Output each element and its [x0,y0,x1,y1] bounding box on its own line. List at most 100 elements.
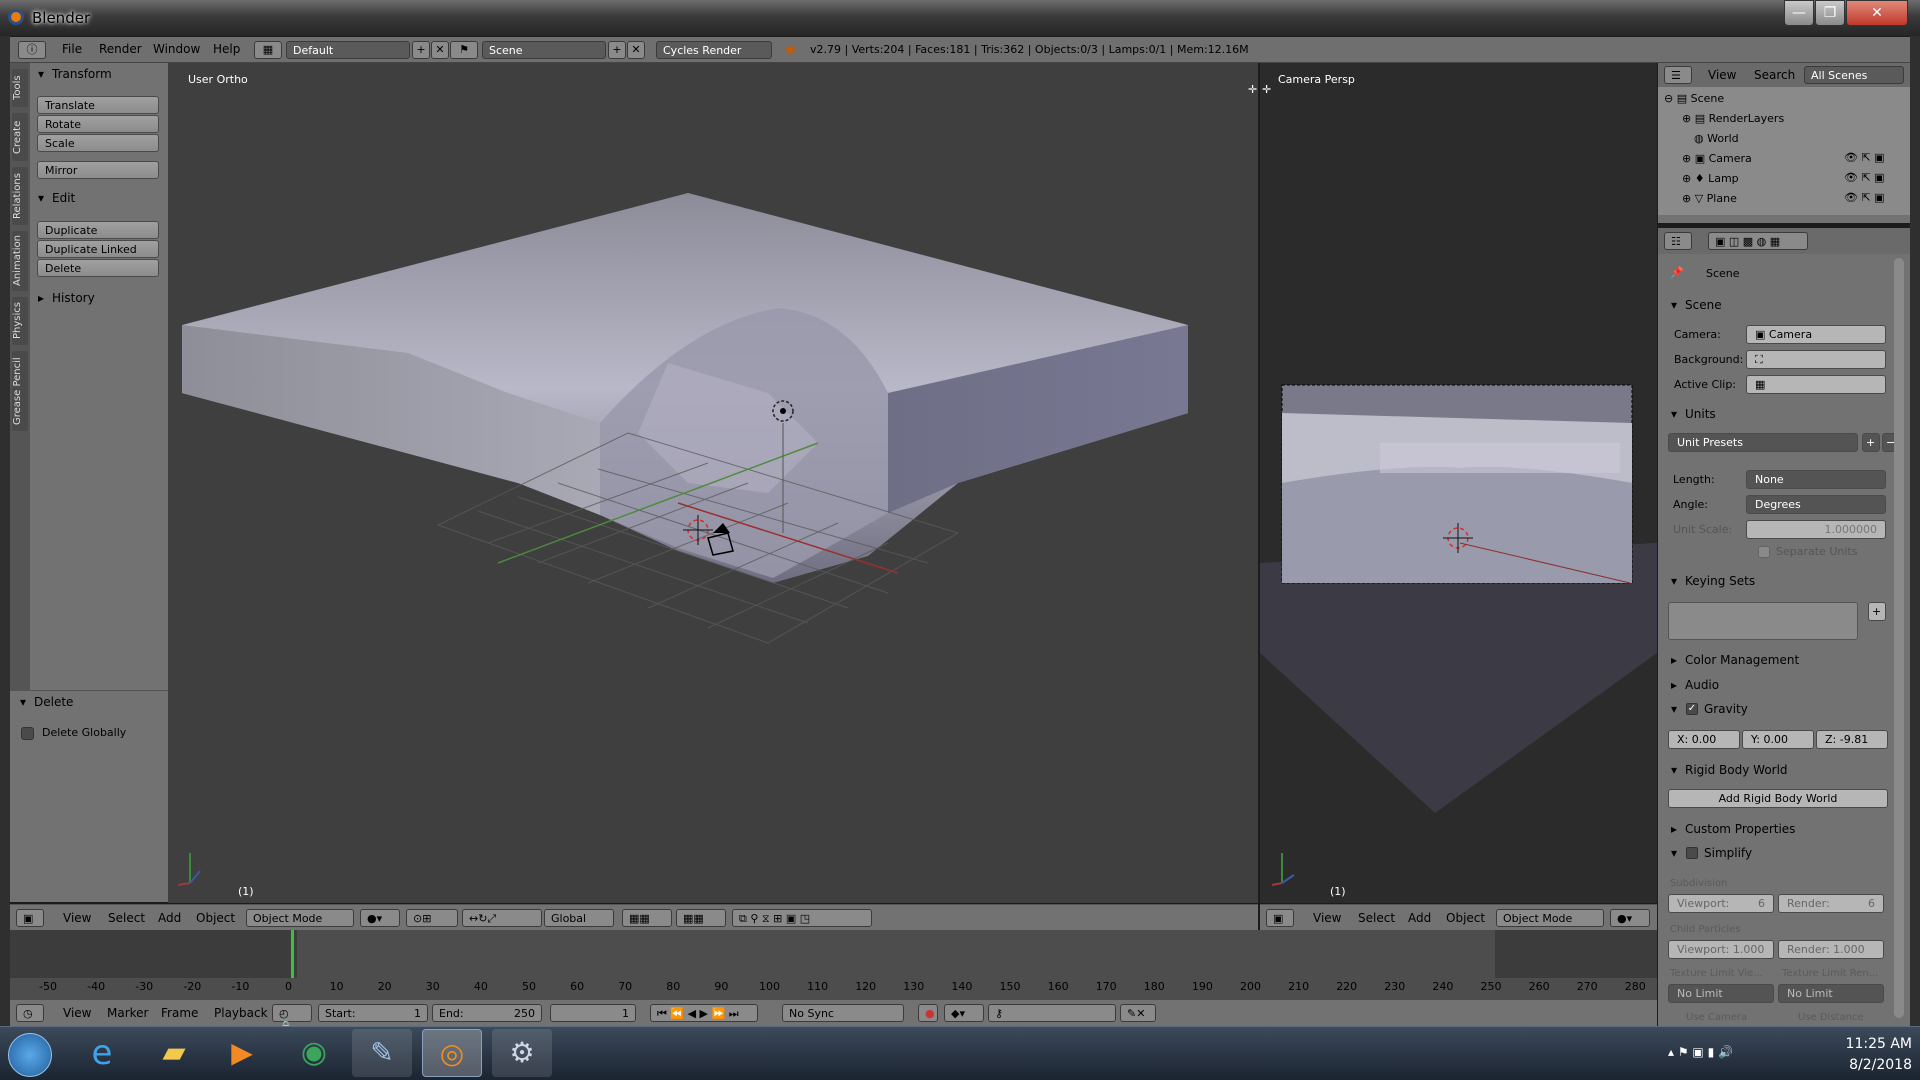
file-explorer-icon[interactable]: ▰ [144,1029,204,1077]
display-mode-selector[interactable]: All Scenes [1804,66,1904,84]
playback-controls[interactable]: ⏮ ⏪ ◀ ▶ ⏩ ⏭ [650,1004,758,1022]
tree-item-renderlayers[interactable]: ⊕ ▤ RenderLayers [1682,112,1784,125]
keyframe-insert-icons[interactable]: ✎✕ [1120,1004,1156,1022]
custom-properties-section-title[interactable]: Custom Properties [1685,822,1795,836]
tab-relations[interactable]: Relations [12,167,28,225]
edit-panel-title[interactable]: Edit [52,191,75,205]
pivot-snap-icons[interactable]: ⊙⊞ [406,909,458,927]
child-particles-render-field[interactable]: Render: 1.000 [1778,940,1884,959]
blender-taskbar-icon[interactable]: ◎ [422,1029,482,1077]
visibility-icons-camera[interactable]: 👁 ⇱ ▣ [1844,151,1885,164]
outliner[interactable]: ☰ View Search All Scenes ⊖ ▤ Scene ⊕ ▤ R… [1658,63,1910,223]
tab-animation[interactable]: Animation [12,231,28,291]
texture-limit-viewport-selector[interactable]: No Limit [1668,984,1774,1003]
texture-limit-render-selector[interactable]: No Limit [1778,984,1884,1003]
duplicate-button[interactable]: Duplicate [37,221,159,239]
menu-add[interactable]: Add [158,911,181,925]
unit-presets-selector[interactable]: Unit Presets [1668,433,1858,452]
add-scene-icon[interactable]: + [608,41,626,59]
menu-search[interactable]: Search [1754,68,1795,82]
scale-button[interactable]: Scale [37,134,159,152]
separate-units-checkbox[interactable] [1758,546,1770,558]
gravity-section-title[interactable]: Gravity [1704,702,1748,716]
menu-playback[interactable]: Playback [214,1006,268,1020]
tab-grease-pencil[interactable]: Grease Pencil [12,351,28,431]
gravity-checkbox[interactable]: ✓ [1686,703,1698,715]
layout-grid-icon[interactable]: ▦ [254,41,282,59]
scene-section-title[interactable]: Scene [1685,298,1722,312]
menu-select[interactable]: Select [108,911,145,925]
menu-view[interactable]: View [1708,68,1736,82]
remove-layout-icon[interactable]: ✕ [431,41,449,59]
layers-grid-a[interactable]: ▦▦ [622,909,672,927]
clock-time[interactable]: 11:25 AM [1842,1036,1912,1052]
editor-type-info-icon[interactable]: ⓘ [18,41,46,59]
menu-file[interactable]: File [62,42,82,56]
manipulator-icons[interactable]: ↔↻⤢ [462,909,542,927]
subdivision-viewport-field[interactable]: Viewport: 6 [1668,894,1774,913]
menu-view[interactable]: View [1313,911,1341,925]
preview-range-icons[interactable]: ◴ 🔒 [272,1004,312,1033]
chrome-icon[interactable]: ◉ [284,1029,344,1077]
menu-help[interactable]: Help [213,42,240,56]
gravity-z-field[interactable]: Z: -9.81 [1816,730,1888,749]
end-frame-field[interactable]: End: 250 [432,1004,542,1022]
history-panel-title[interactable]: History [52,291,95,305]
record-icon[interactable]: ● [918,1004,938,1022]
paint-icon[interactable]: ✎ [352,1029,412,1077]
editor-type-3dview-icon[interactable]: ▣ [16,909,44,927]
mirror-button[interactable]: Mirror [37,161,159,179]
add-keying-set-icon[interactable]: + [1868,602,1886,621]
keying-set-field[interactable]: ⚷ [988,1004,1116,1022]
visibility-icons-lamp[interactable]: 👁 ⇱ ▣ [1844,171,1885,184]
maximize-button[interactable]: ❐ [1815,0,1845,26]
tree-item-lamp[interactable]: ⊕ ♦ Lamp [1682,172,1739,185]
visibility-icons-plane[interactable]: 👁 ⇱ ▣ [1844,191,1885,204]
add-rigid-body-world-button[interactable]: Add Rigid Body World [1668,789,1888,808]
tab-create[interactable]: Create [12,113,28,161]
properties-scrollbar[interactable] [1894,258,1904,1018]
menu-view[interactable]: View [63,1006,91,1020]
menu-render[interactable]: Render [99,42,142,56]
start-frame-field[interactable]: Start: 1 [318,1004,428,1022]
editor-type-outliner-icon[interactable]: ☰ [1664,66,1692,84]
tree-item-plane[interactable]: ⊕ ▽ Plane [1682,192,1737,205]
current-frame-field[interactable]: 1 [550,1004,636,1022]
delete-panel-title[interactable]: Delete [34,695,73,709]
playhead[interactable] [291,930,294,978]
subdivision-render-field[interactable]: Render: 6 [1778,894,1884,913]
background-field[interactable]: ⛶ [1746,350,1886,369]
editor-type-3dview-icon[interactable]: ▣ [1266,909,1294,927]
keying-sets-list[interactable] [1668,602,1858,640]
tree-item-world[interactable]: ◍ World [1694,132,1739,145]
gravity-y-field[interactable]: Y: 0.00 [1742,730,1814,749]
mode-selector[interactable]: Object Mode [1496,909,1604,927]
layers-grid-b[interactable]: ▦▦ [676,909,726,927]
viewport-shading-icon[interactable]: ●▾ [1610,909,1650,927]
properties-context-tabs[interactable]: ▣ ◫ ▩ ◍ ▦ [1708,232,1808,250]
duplicate-linked-button[interactable]: Duplicate Linked [37,240,159,258]
delete-globally-checkbox[interactable] [21,727,34,740]
simplify-section-title[interactable]: Simplify [1704,846,1752,860]
steam-icon[interactable]: ⚙ [492,1029,552,1077]
unit-scale-field[interactable]: 1.000000 [1746,520,1886,539]
menu-add[interactable]: Add [1408,911,1431,925]
camera-field[interactable]: ▣ Camera [1746,325,1886,344]
timeline-editor[interactable]: -50 -40 -30 -20 -10 0 10 20 30 40 50 60 70 80 90 100 110… [10,930,1657,1008]
active-clip-field[interactable]: ▦ [1746,375,1886,394]
rigid-body-world-section-title[interactable]: Rigid Body World [1685,763,1788,777]
transform-orientation-selector[interactable]: Global [544,909,614,927]
rotate-button[interactable]: Rotate [37,115,159,133]
viewport-shading-icon[interactable]: ●▾ [360,909,400,927]
layout-selector[interactable]: Default [286,41,410,59]
keying-sets-section-title[interactable]: Keying Sets [1685,574,1755,588]
units-section-title[interactable]: Units [1685,407,1716,421]
render-engine-selector[interactable]: Cycles Render [656,41,772,59]
pin-icon[interactable]: 📌 [1670,266,1684,279]
menu-marker[interactable]: Marker [107,1006,148,1020]
length-selector[interactable]: None [1746,470,1886,489]
sync-mode-selector[interactable]: No Sync [782,1004,904,1022]
menu-object[interactable]: Object [1446,911,1485,925]
start-button[interactable] [8,1033,52,1077]
viewport-corner-plus[interactable]: ✛ [1248,83,1257,96]
